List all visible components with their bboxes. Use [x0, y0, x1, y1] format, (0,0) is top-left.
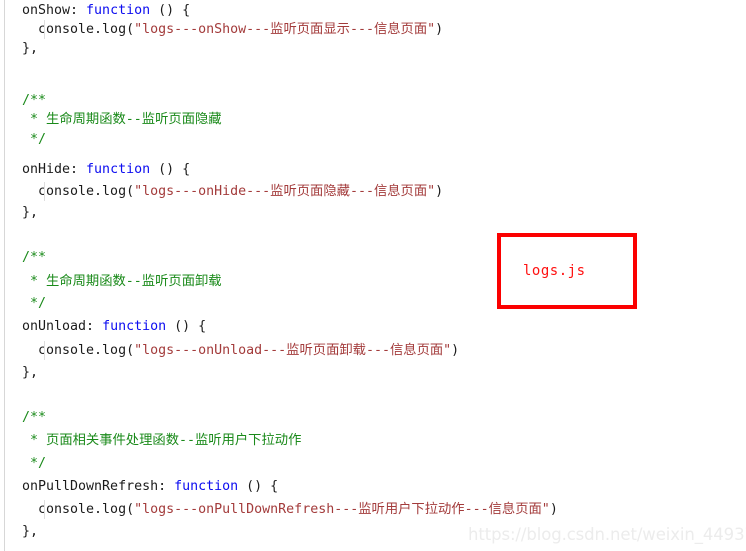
code-token-plain: () {: [150, 3, 191, 18]
code-line[interactable]: /**: [22, 91, 46, 110]
code-line[interactable]: [22, 58, 30, 77]
code-token-comment: /**: [22, 410, 47, 425]
code-token-plain: onUnload:: [22, 319, 103, 334]
code-token-plain: ): [435, 184, 444, 199]
code-line[interactable]: },: [22, 522, 38, 541]
code-token-plain: () {: [166, 319, 207, 334]
code-token-plain: ): [451, 343, 460, 358]
code-token-comment: */: [22, 456, 47, 471]
code-token-string: "logs---onPullDownRefresh---监听用户下拉动作---信…: [134, 502, 550, 517]
annotation-label-logs-js: logs.js: [523, 263, 586, 279]
code-token-plain: ): [435, 22, 444, 37]
code-line[interactable]: [22, 222, 30, 241]
code-line[interactable]: */: [22, 130, 46, 149]
code-token-keyword: function: [174, 479, 239, 494]
annotation-red-box: logs.js: [497, 233, 637, 309]
code-token-plain: console.log(: [22, 502, 135, 517]
code-token-plain: },: [22, 205, 39, 220]
code-line[interactable]: console.log("logs---onUnload---监听页面卸载---…: [22, 341, 459, 360]
code-token-comment: * 生命周期函数--监听页面卸载: [22, 274, 222, 289]
code-line[interactable]: * 页面相关事件处理函数--监听用户下拉动作: [22, 431, 301, 450]
code-token-plain: onHide:: [22, 162, 87, 177]
code-line[interactable]: onUnload: function () {: [22, 317, 206, 336]
code-editor-view[interactable]: onShow: function () { console.log("logs-…: [0, 0, 746, 551]
code-line[interactable]: /**: [22, 408, 46, 427]
code-token-plain: },: [22, 41, 39, 56]
code-token-comment: /**: [22, 250, 47, 265]
code-token-keyword: function: [102, 319, 167, 334]
code-line[interactable]: [22, 385, 30, 404]
csdn-watermark: https://blog.csdn.net/weixin_44937336: [468, 525, 746, 544]
code-line[interactable]: onPullDownRefresh: function () {: [22, 477, 278, 496]
code-line[interactable]: },: [22, 39, 38, 58]
code-token-comment: */: [22, 296, 47, 311]
code-token-string: "logs---onUnload---监听页面卸载---信息页面": [134, 343, 452, 358]
code-token-comment: * 页面相关事件处理函数--监听用户下拉动作: [22, 433, 302, 448]
code-token-plain: console.log(: [22, 22, 135, 37]
code-token-comment: * 生命周期函数--监听页面隐藏: [22, 112, 222, 127]
code-line[interactable]: console.log("logs---onHide---监听页面隐藏---信息…: [22, 182, 443, 201]
code-line[interactable]: * 生命周期函数--监听页面卸载: [22, 272, 222, 291]
code-token-plain: },: [22, 524, 39, 539]
code-token-plain: },: [22, 365, 39, 380]
code-token-plain: console.log(: [22, 343, 135, 358]
code-line[interactable]: onShow: function () {: [22, 1, 190, 20]
code-token-plain: () {: [150, 162, 191, 177]
code-token-comment: */: [22, 132, 47, 147]
code-token-string: "logs---onShow---监听页面显示---信息页面": [134, 22, 436, 37]
code-line[interactable]: console.log("logs---onPullDownRefresh---…: [22, 500, 558, 519]
code-token-string: "logs---onHide---监听页面隐藏---信息页面": [134, 184, 436, 199]
code-token-plain: () {: [238, 479, 279, 494]
code-token-plain: onPullDownRefresh:: [22, 479, 175, 494]
code-token-plain: onShow:: [22, 3, 87, 18]
code-line[interactable]: console.log("logs---onShow---监听页面显示---信息…: [22, 20, 443, 39]
code-token-plain: console.log(: [22, 184, 135, 199]
code-line[interactable]: },: [22, 363, 38, 382]
code-token-comment: /**: [22, 93, 47, 108]
code-line[interactable]: */: [22, 454, 46, 473]
code-token-keyword: function: [86, 162, 151, 177]
code-line[interactable]: /**: [22, 248, 46, 267]
code-line[interactable]: */: [22, 294, 46, 313]
code-line[interactable]: * 生命周期函数--监听页面隐藏: [22, 110, 222, 129]
code-line[interactable]: },: [22, 203, 38, 222]
code-token-keyword: function: [86, 3, 151, 18]
code-token-plain: ): [549, 502, 558, 517]
code-line[interactable]: onHide: function () {: [22, 160, 190, 179]
